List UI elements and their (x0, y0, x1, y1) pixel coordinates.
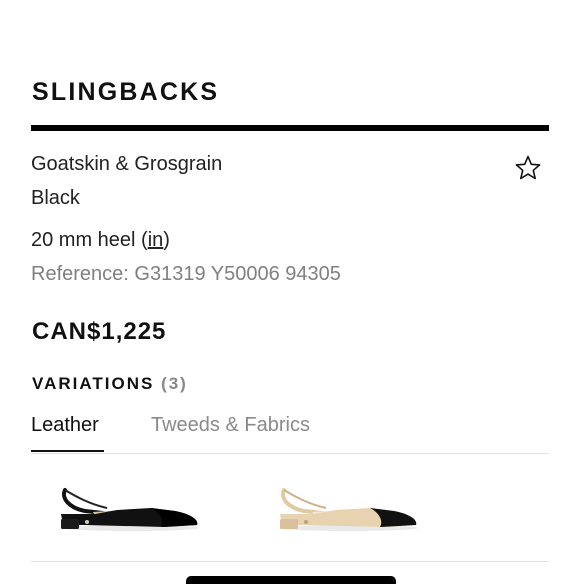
variations-count: (3) (161, 374, 188, 393)
title-divider (31, 125, 549, 131)
variations-bottom-divider (31, 561, 549, 562)
shoe-beige-image (280, 488, 418, 531)
product-reference: Reference: G31319 Y50006 94305 (31, 263, 341, 285)
active-tab-indicator (31, 450, 104, 452)
bottom-action-bar[interactable] (186, 576, 396, 584)
tab-leather[interactable]: Leather (31, 414, 99, 437)
variations-heading: VARIATIONS (3) (32, 374, 188, 394)
product-title: SLINGBACKS (32, 78, 220, 106)
product-color: Black (31, 187, 80, 209)
product-material: Goatskin & Grosgrain (31, 153, 223, 175)
tabs-divider (31, 453, 549, 454)
heel-text: 20 mm heel ( (31, 229, 148, 251)
wishlist-star-icon[interactable] (514, 154, 542, 182)
heel-height: 20 mm heel (in) (31, 229, 170, 252)
variations-label: VARIATIONS (32, 374, 155, 393)
variation-beige-slingback[interactable] (274, 478, 422, 538)
shoe-black-image (61, 488, 199, 531)
heel-close: ) (163, 229, 170, 251)
tab-tweeds-fabrics[interactable]: Tweeds & Fabrics (151, 414, 310, 437)
product-price: CAN$1,225 (32, 318, 167, 345)
variation-black-slingback[interactable] (55, 478, 203, 538)
heel-unit-toggle-link[interactable]: in (148, 229, 164, 251)
